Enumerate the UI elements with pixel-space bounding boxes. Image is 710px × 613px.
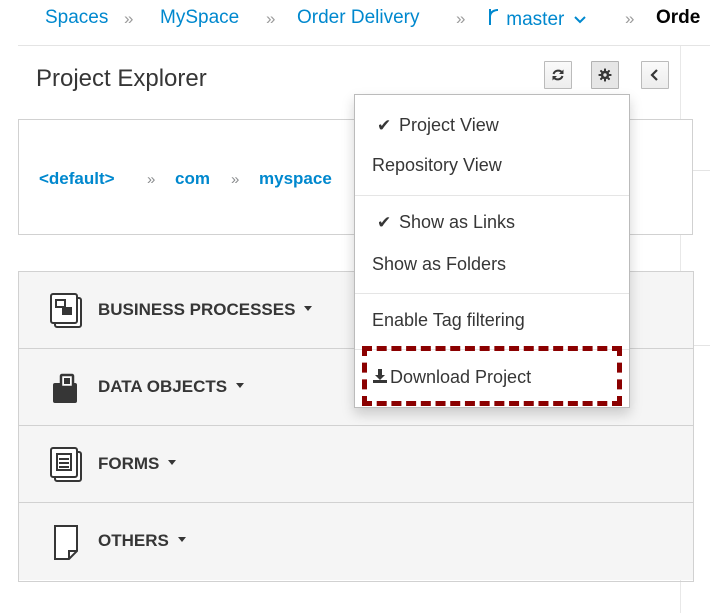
check-icon: ✔ bbox=[377, 116, 392, 135]
breadcrumb: Spaces » MySpace » Order Delivery » mast… bbox=[0, 0, 710, 40]
category-label: FORMS bbox=[98, 454, 177, 474]
menu-divider bbox=[355, 349, 629, 350]
collapse-button[interactable] bbox=[641, 61, 669, 89]
package-default-link[interactable]: <default> bbox=[39, 169, 115, 189]
chevron-down-icon bbox=[573, 16, 586, 24]
branch-icon bbox=[489, 9, 498, 25]
caret-down-icon bbox=[236, 383, 245, 389]
menu-item-show-as-links[interactable]: ✔ Show as Links bbox=[377, 212, 515, 233]
category-forms[interactable]: FORMS bbox=[19, 426, 693, 503]
caret-down-icon bbox=[177, 537, 186, 543]
menu-divider bbox=[355, 293, 629, 294]
menu-item-show-as-folders[interactable]: Show as Folders bbox=[372, 254, 506, 275]
breadcrumb-current: Orde bbox=[656, 7, 701, 28]
data-object-icon bbox=[53, 373, 77, 403]
category-label: OTHERS bbox=[98, 531, 186, 551]
menu-divider bbox=[355, 195, 629, 196]
header-divider bbox=[18, 45, 710, 46]
breadcrumb-order-delivery[interactable]: Order Delivery bbox=[297, 7, 419, 29]
menu-item-download-project[interactable]: Download Project bbox=[372, 367, 531, 388]
package-separator: » bbox=[231, 171, 240, 188]
caret-down-icon bbox=[168, 460, 177, 466]
business-process-icon bbox=[50, 293, 82, 328]
category-label: DATA OBJECTS bbox=[98, 377, 245, 397]
breadcrumb-separator: » bbox=[124, 9, 134, 28]
category-others[interactable]: OTHERS bbox=[19, 503, 693, 580]
package-separator: » bbox=[147, 171, 156, 188]
caret-down-icon bbox=[304, 306, 313, 312]
check-icon: ✔ bbox=[377, 213, 392, 232]
refresh-button[interactable] bbox=[544, 61, 572, 89]
download-icon bbox=[373, 369, 387, 383]
refresh-icon bbox=[552, 69, 564, 81]
package-com-link[interactable]: com bbox=[175, 169, 210, 189]
settings-button[interactable] bbox=[591, 61, 619, 89]
menu-item-repository-view[interactable]: Repository View bbox=[372, 155, 502, 176]
settings-dropdown-menu: ✔ Project View Repository View ✔ Show as L… bbox=[354, 94, 630, 408]
breadcrumb-separator: » bbox=[625, 9, 635, 28]
form-icon bbox=[50, 447, 82, 482]
breadcrumb-myspace[interactable]: MySpace bbox=[160, 7, 239, 29]
gear-icon bbox=[598, 68, 612, 82]
breadcrumb-separator: » bbox=[456, 9, 466, 28]
chevron-left-icon bbox=[650, 69, 658, 81]
menu-item-enable-tag-filtering[interactable]: Enable Tag filtering bbox=[372, 310, 525, 331]
breadcrumb-spaces[interactable]: Spaces bbox=[45, 7, 108, 29]
breadcrumb-branch[interactable]: master bbox=[487, 7, 586, 31]
branch-name: master bbox=[506, 9, 565, 30]
package-myspace-link[interactable]: myspace bbox=[259, 169, 332, 189]
document-icon bbox=[54, 525, 78, 560]
page-title: Project Explorer bbox=[36, 65, 207, 92]
breadcrumb-separator: » bbox=[266, 9, 276, 28]
category-label: BUSINESS PROCESSES bbox=[98, 300, 313, 320]
menu-item-project-view[interactable]: ✔ Project View bbox=[377, 115, 499, 136]
